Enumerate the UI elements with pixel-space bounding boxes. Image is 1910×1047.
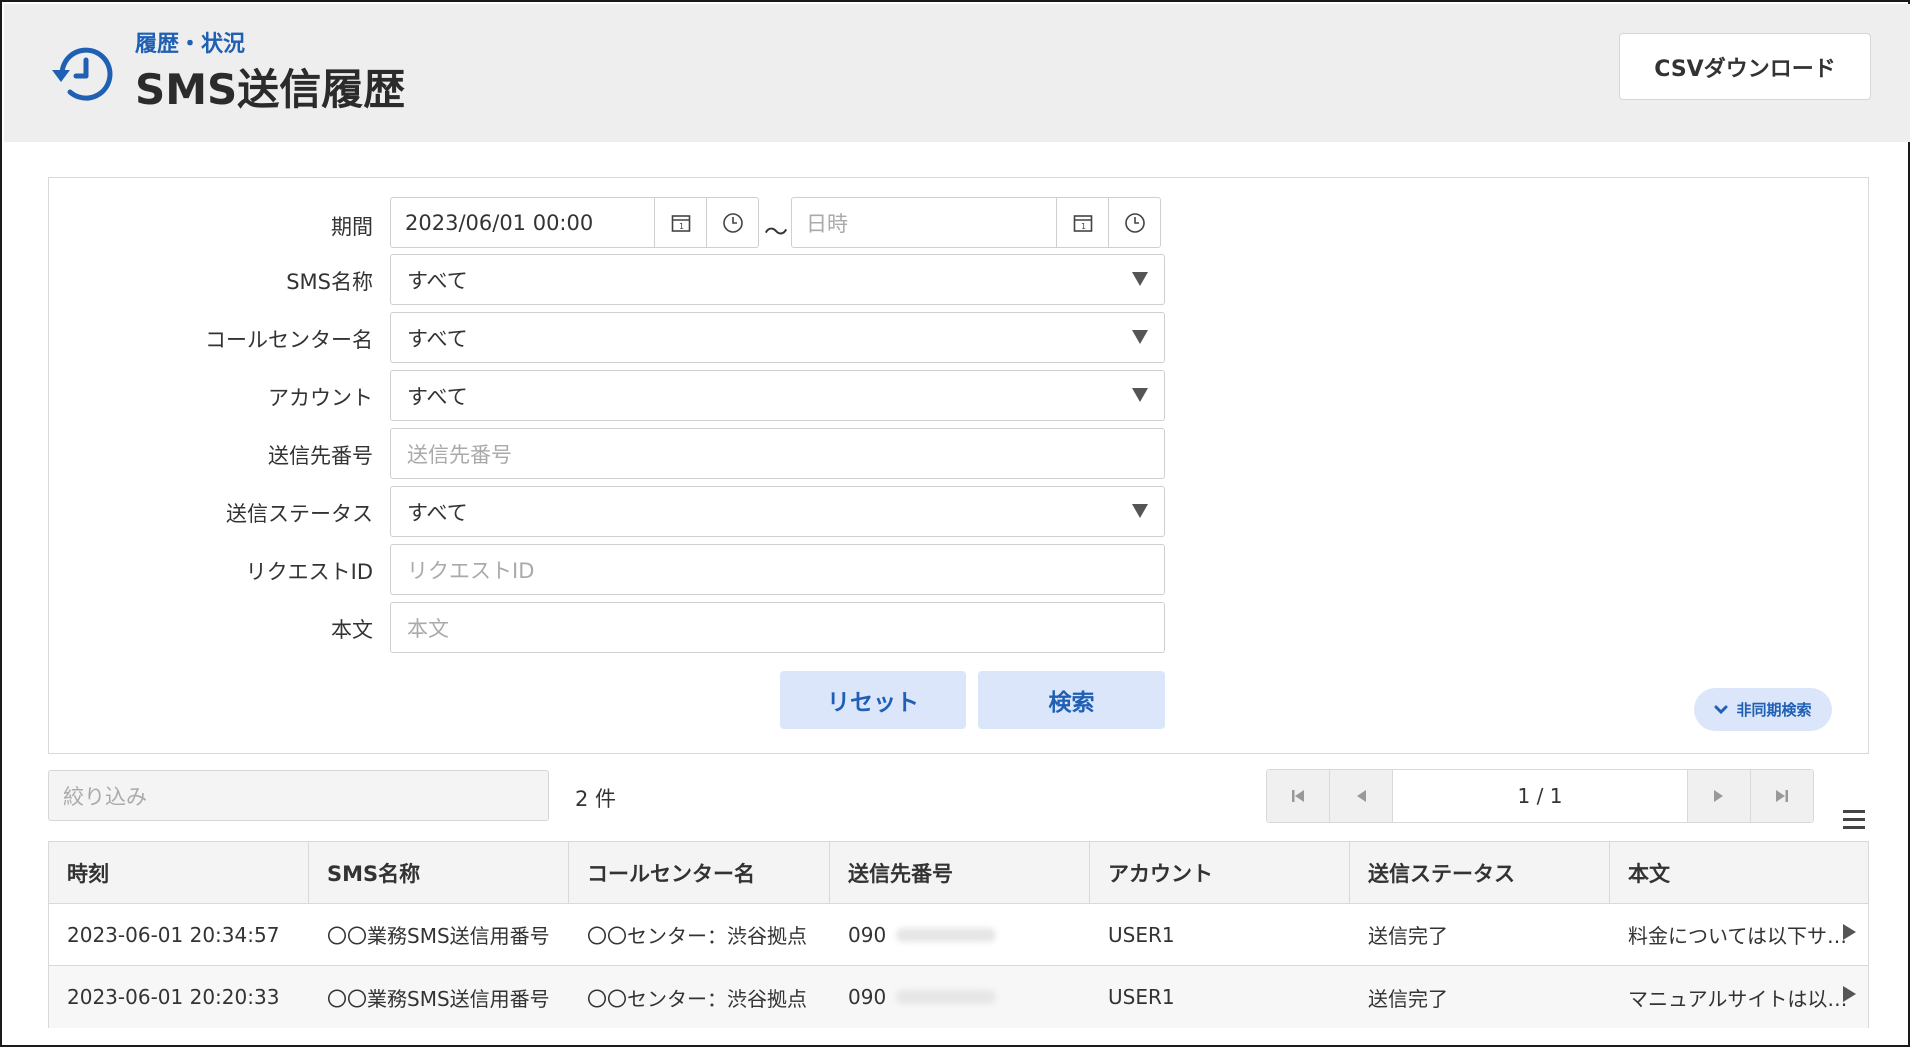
cell-destination: 090 [830, 966, 1090, 1028]
dropdown-arrow-icon [1132, 388, 1148, 402]
column-header[interactable]: SMS名称 [309, 842, 569, 903]
cell-sms-name: 〇〇業務SMS送信用番号 [327, 924, 550, 948]
call-center-value: すべて [407, 326, 468, 351]
first-page-icon [1292, 790, 1304, 802]
period-from-value[interactable]: 2023/06/01 00:00 [391, 211, 654, 235]
page-indicator: 1 / 1 [1393, 770, 1687, 822]
account-value: すべて [407, 384, 468, 409]
column-header[interactable]: 時刻 [49, 842, 309, 903]
destination-number: 090 [848, 922, 887, 947]
table-header: 時刻 SMS名称 コールセンター名 送信先番号 アカウント 送信ステータス 本文 [49, 842, 1868, 904]
dropdown-arrow-icon [1132, 330, 1148, 344]
body-text: マニュアルサイトは以… [1628, 986, 1848, 1011]
result-count: 2 件 [575, 787, 617, 811]
async-search-button[interactable]: 非同期検索 [1694, 688, 1832, 731]
cell-time: 2023-06-01 20:20:33 [67, 985, 280, 1009]
page-header: 履歴・状況 SMS送信履歴 CSVダウンロード [4, 4, 1910, 142]
column-header[interactable]: 本文 [1610, 842, 1868, 903]
cell-status: 送信完了 [1368, 986, 1448, 1011]
call-center-select[interactable]: すべて [390, 312, 1165, 363]
expand-arrow-icon[interactable] [1843, 986, 1856, 1002]
cell-body: 料金については以下サ… [1610, 904, 1868, 965]
filter-input[interactable]: 絞り込み [48, 770, 549, 821]
redacted-number [896, 990, 997, 1004]
clock-icon[interactable] [706, 198, 758, 247]
column-header[interactable]: 送信ステータス [1350, 842, 1610, 903]
expand-arrow-icon[interactable] [1843, 924, 1856, 940]
account-select[interactable]: すべて [390, 370, 1165, 421]
reset-button[interactable]: リセット [780, 671, 966, 729]
period-to-placeholder[interactable]: 日時 [792, 208, 1056, 238]
status-value: すべて [407, 500, 468, 525]
column-header[interactable]: コールセンター名 [569, 842, 830, 903]
svg-text:1: 1 [1081, 222, 1086, 231]
pagination: 1 / 1 [1266, 769, 1814, 823]
dropdown-arrow-icon [1132, 272, 1148, 286]
destination-input[interactable]: 送信先番号 [390, 428, 1165, 479]
body-label: 本文 [331, 618, 373, 642]
prev-page-icon [1357, 790, 1366, 802]
table-row[interactable]: 2023-06-01 20:34:57 〇〇業務SMS送信用番号 〇〇センター：… [49, 904, 1868, 966]
async-search-label: 非同期検索 [1736, 701, 1812, 719]
redacted-number [896, 927, 997, 942]
cell-time: 2023-06-01 20:34:57 [67, 922, 280, 947]
chevron-down-icon [1714, 705, 1728, 714]
csv-download-button[interactable]: CSVダウンロード [1619, 33, 1871, 100]
breadcrumb[interactable]: 履歴・状況 [135, 26, 245, 58]
table-row[interactable]: 2023-06-01 20:20:33 〇〇業務SMS送信用番号 〇〇センター：… [49, 966, 1868, 1028]
cell-sms-name: 〇〇業務SMS送信用番号 [327, 986, 550, 1011]
period-label: 期間 [331, 215, 373, 239]
request-id-input[interactable]: リクエストID [390, 544, 1165, 595]
destination-label: 送信先番号 [268, 444, 373, 468]
calendar-icon[interactable]: 1 [654, 198, 706, 247]
svg-text:1: 1 [679, 222, 684, 231]
account-label: アカウント [268, 386, 373, 410]
cell-body: マニュアルサイトは以… [1610, 966, 1868, 1028]
calendar-icon[interactable]: 1 [1056, 198, 1108, 247]
next-page-icon [1714, 790, 1723, 802]
last-page-button[interactable] [1750, 770, 1813, 822]
destination-number: 090 [848, 985, 887, 1009]
next-page-button[interactable] [1687, 770, 1750, 822]
sms-name-select[interactable]: すべて [390, 254, 1165, 305]
cell-status: 送信完了 [1368, 924, 1448, 948]
last-page-icon [1776, 790, 1788, 802]
cell-call-center: 〇〇センター：渋谷拠点 [587, 924, 807, 948]
status-select[interactable]: すべて [390, 486, 1165, 537]
cell-destination: 090 [830, 904, 1090, 965]
search-button[interactable]: 検索 [978, 671, 1165, 729]
column-header[interactable]: 送信先番号 [830, 842, 1090, 903]
history-table: 時刻 SMS名称 コールセンター名 送信先番号 アカウント 送信ステータス 本文… [48, 841, 1869, 1028]
prev-page-button[interactable] [1330, 770, 1393, 822]
first-page-button[interactable] [1267, 770, 1330, 822]
column-menu-icon[interactable] [1843, 810, 1865, 830]
page-title: SMS送信履歴 [135, 65, 406, 114]
period-to-field[interactable]: 日時 1 [791, 197, 1161, 248]
body-text: 料金については以下サ… [1628, 924, 1847, 948]
period-from-field[interactable]: 2023/06/01 00:00 1 [390, 197, 759, 248]
cell-call-center: 〇〇センター：渋谷拠点 [587, 986, 807, 1011]
dropdown-arrow-icon [1132, 504, 1148, 518]
period-separator: ～ [764, 218, 788, 246]
column-header[interactable]: アカウント [1090, 842, 1350, 903]
history-icon [52, 47, 113, 101]
app-window: 履歴・状況 SMS送信履歴 CSVダウンロード 期間 2023/06/01 00… [0, 0, 1910, 1047]
request-id-label: リクエストID [245, 560, 373, 584]
call-center-label: コールセンター名 [205, 328, 373, 352]
cell-account: USER1 [1108, 985, 1175, 1009]
sms-name-label: SMS名称 [286, 270, 373, 294]
status-label: 送信ステータス [226, 502, 373, 526]
clock-icon[interactable] [1108, 198, 1160, 247]
sms-name-value: すべて [407, 268, 468, 293]
body-input[interactable]: 本文 [390, 602, 1165, 653]
cell-account: USER1 [1108, 922, 1175, 947]
